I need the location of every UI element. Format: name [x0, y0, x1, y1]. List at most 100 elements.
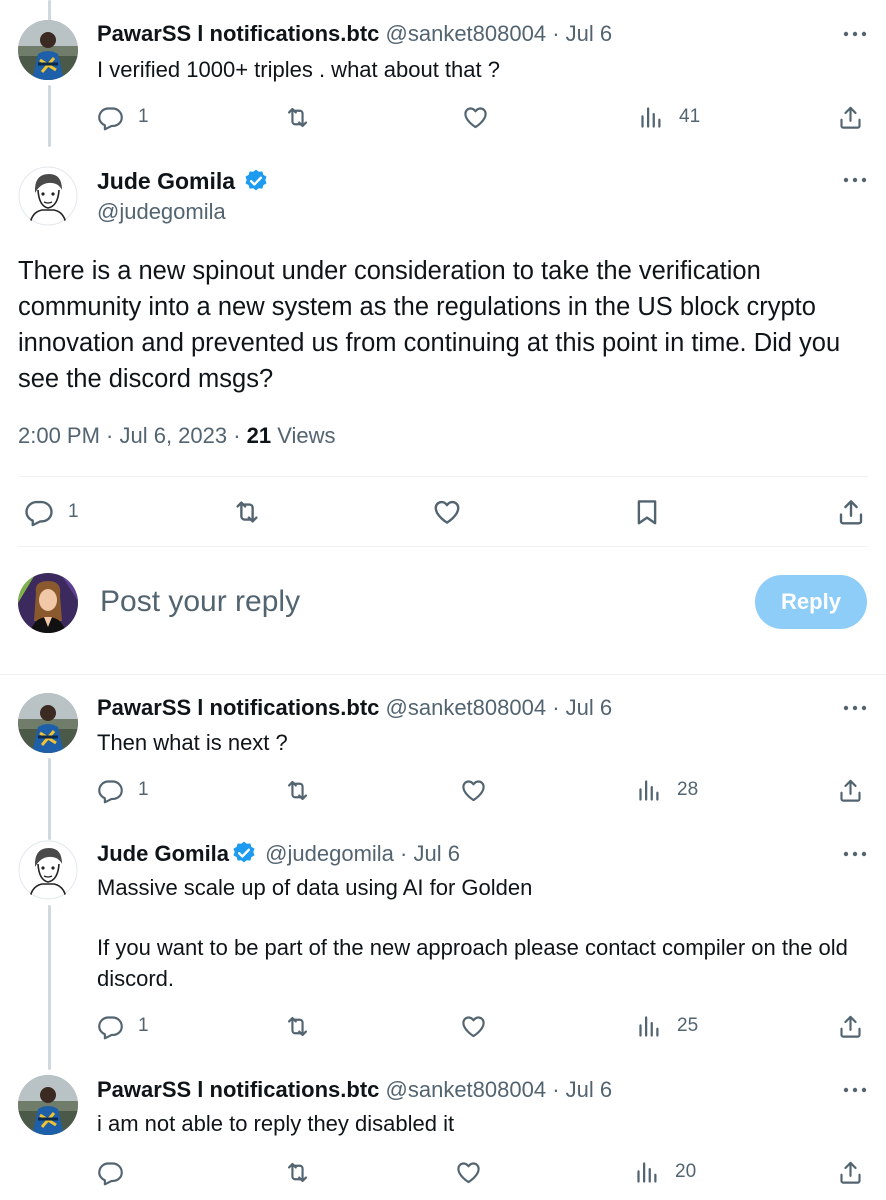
- tweet-actions: 1: [18, 495, 866, 531]
- views-count: 25: [677, 1015, 699, 1036]
- reply-icon: [97, 1013, 124, 1040]
- author-handle[interactable]: @judegomila: [97, 197, 226, 227]
- tweet-date[interactable]: Jul 6: [566, 1077, 612, 1102]
- tweet-text-line: Massive scale up of data using AI for Go…: [97, 875, 533, 900]
- share-button[interactable]: [836, 495, 866, 529]
- reply-icon: [97, 1159, 124, 1186]
- reply-count: 1: [138, 106, 149, 127]
- author-handle[interactable]: @sanket808004: [386, 1077, 547, 1102]
- views-count: 41: [679, 106, 701, 127]
- reply-input[interactable]: Post your reply: [100, 583, 300, 621]
- share-button[interactable]: [837, 773, 864, 807]
- avatar[interactable]: [18, 166, 78, 226]
- retweet-icon: [284, 1159, 311, 1186]
- views-count: 20: [675, 1161, 697, 1182]
- more-icon[interactable]: [842, 703, 868, 713]
- tweet-header: PawarSS l notifications.btc @sanket80800…: [97, 1077, 613, 1102]
- author-handle[interactable]: @judegomila: [265, 841, 394, 866]
- views-label: Views: [271, 423, 336, 448]
- share-icon: [837, 104, 864, 131]
- share-icon: [837, 1013, 864, 1040]
- retweet-button[interactable]: [284, 100, 311, 134]
- views-icon: [634, 1159, 661, 1186]
- retweet-icon: [284, 104, 311, 131]
- divider: [0, 674, 886, 675]
- more-icon[interactable]: [842, 29, 868, 39]
- views-count: 28: [677, 779, 699, 800]
- like-button[interactable]: [460, 773, 487, 807]
- avatar[interactable]: [18, 840, 78, 900]
- reply-submit-button[interactable]: Reply: [755, 575, 867, 629]
- views-button[interactable]: 28: [636, 773, 698, 807]
- retweet-button[interactable]: [284, 773, 311, 807]
- avatar[interactable]: [18, 20, 78, 80]
- like-icon: [462, 104, 489, 131]
- share-icon: [837, 1159, 864, 1186]
- tweet-date[interactable]: Jul 6: [413, 841, 459, 866]
- reply-button[interactable]: [97, 1155, 138, 1189]
- reply-icon: [97, 777, 124, 804]
- bookmark-button[interactable]: [632, 495, 662, 529]
- current-user-avatar: [18, 573, 78, 633]
- share-button[interactable]: [837, 1155, 864, 1189]
- views-count: 21: [246, 423, 272, 448]
- views-button[interactable]: 20: [634, 1155, 696, 1189]
- tweet-text: i am not able to reply they disabled it: [97, 1111, 455, 1136]
- tweet-meta: 2:00 PM · Jul 6, 2023 · 21 Views: [18, 421, 336, 451]
- retweet-button[interactable]: [284, 1009, 311, 1043]
- views-button[interactable]: 41: [638, 100, 700, 134]
- tweet-actions: 1 28: [97, 773, 864, 807]
- views-button[interactable]: 25: [636, 1009, 698, 1043]
- tweet-actions: 1 25: [97, 1009, 864, 1043]
- tweet-actions: 1 41: [97, 100, 864, 134]
- retweet-icon: [284, 1013, 311, 1040]
- share-icon: [837, 777, 864, 804]
- author-name[interactable]: PawarSS l notifications.btc: [97, 695, 379, 720]
- author-name[interactable]: PawarSS l notifications.btc: [97, 21, 379, 46]
- tweet-actions: 20: [97, 1155, 864, 1189]
- tweet-text: There is a new spinout under considerati…: [18, 257, 841, 393]
- thread-line: [48, 758, 51, 840]
- reply-button[interactable]: 1: [97, 100, 149, 134]
- retweet-icon: [284, 777, 311, 804]
- tweet-header: PawarSS l notifications.btc @sanket80800…: [97, 695, 613, 720]
- views-icon: [636, 777, 663, 804]
- share-button[interactable]: [837, 1009, 864, 1043]
- retweet-icon: [232, 497, 262, 527]
- reply-button[interactable]: 1: [97, 1009, 149, 1043]
- retweet-button[interactable]: [232, 495, 262, 529]
- author-handle[interactable]: @sanket808004: [386, 695, 547, 720]
- reply-icon: [24, 497, 54, 527]
- avatar[interactable]: [18, 1075, 78, 1135]
- more-icon[interactable]: [842, 1085, 868, 1095]
- more-icon[interactable]: [842, 175, 868, 185]
- tweet-text-line: If you want to be part of the new approa…: [97, 935, 848, 991]
- reply-button[interactable]: 1: [97, 773, 149, 807]
- reply-button[interactable]: 1: [24, 495, 79, 529]
- like-icon: [432, 497, 462, 527]
- reply-count: 1: [68, 501, 79, 522]
- author-name[interactable]: Jude Gomila: [97, 166, 271, 196]
- tweet-date[interactable]: Jul 6: [566, 695, 612, 720]
- more-icon[interactable]: [842, 849, 868, 859]
- verified-badge-icon: [231, 840, 257, 866]
- author-name[interactable]: Jude Gomila: [97, 841, 229, 866]
- tweet-text: I verified 1000+ triples . what about th…: [97, 57, 500, 82]
- author-handle[interactable]: @sanket808004: [386, 21, 547, 46]
- tweet-timestamp[interactable]: 2:00 PM · Jul 6, 2023 ·: [18, 423, 247, 448]
- share-icon: [836, 497, 866, 527]
- divider: [18, 546, 868, 547]
- like-button[interactable]: [460, 1009, 487, 1043]
- like-icon: [460, 1013, 487, 1040]
- tweet-date[interactable]: Jul 6: [566, 21, 612, 46]
- avatar[interactable]: [18, 693, 78, 753]
- like-button[interactable]: [432, 495, 462, 529]
- tweet-text: Then what is next ?: [97, 730, 288, 755]
- retweet-button[interactable]: [284, 1155, 311, 1189]
- like-button[interactable]: [455, 1155, 482, 1189]
- reply-count: 1: [138, 779, 149, 800]
- like-button[interactable]: [462, 100, 489, 134]
- share-button[interactable]: [837, 100, 864, 134]
- thread-line: [48, 85, 51, 147]
- author-name[interactable]: PawarSS l notifications.btc: [97, 1077, 379, 1102]
